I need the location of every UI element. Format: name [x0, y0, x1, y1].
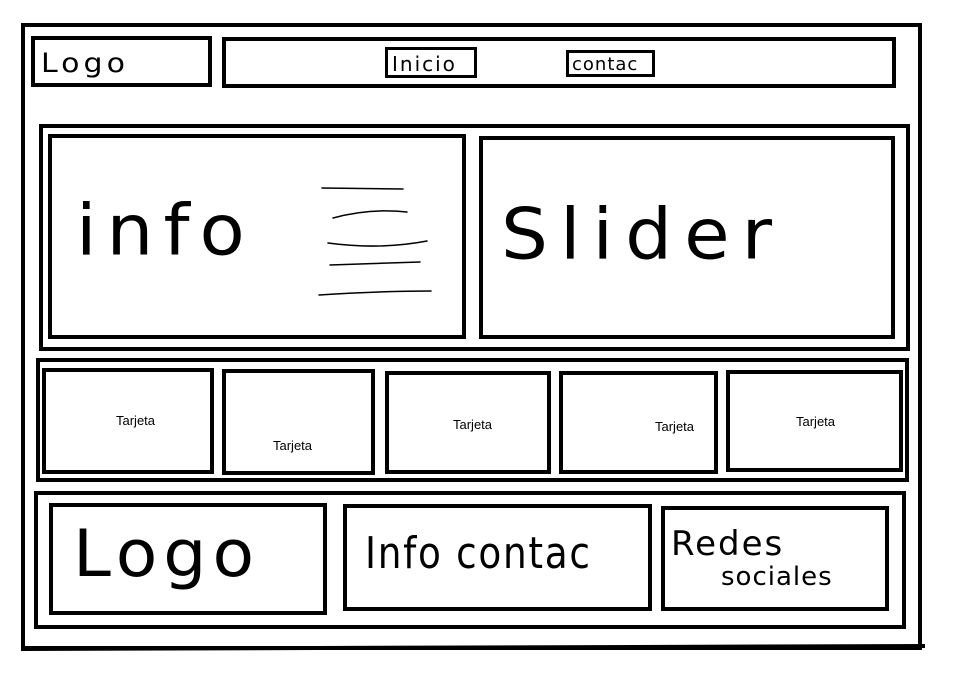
- bottom-edge-line: [20, 644, 926, 651]
